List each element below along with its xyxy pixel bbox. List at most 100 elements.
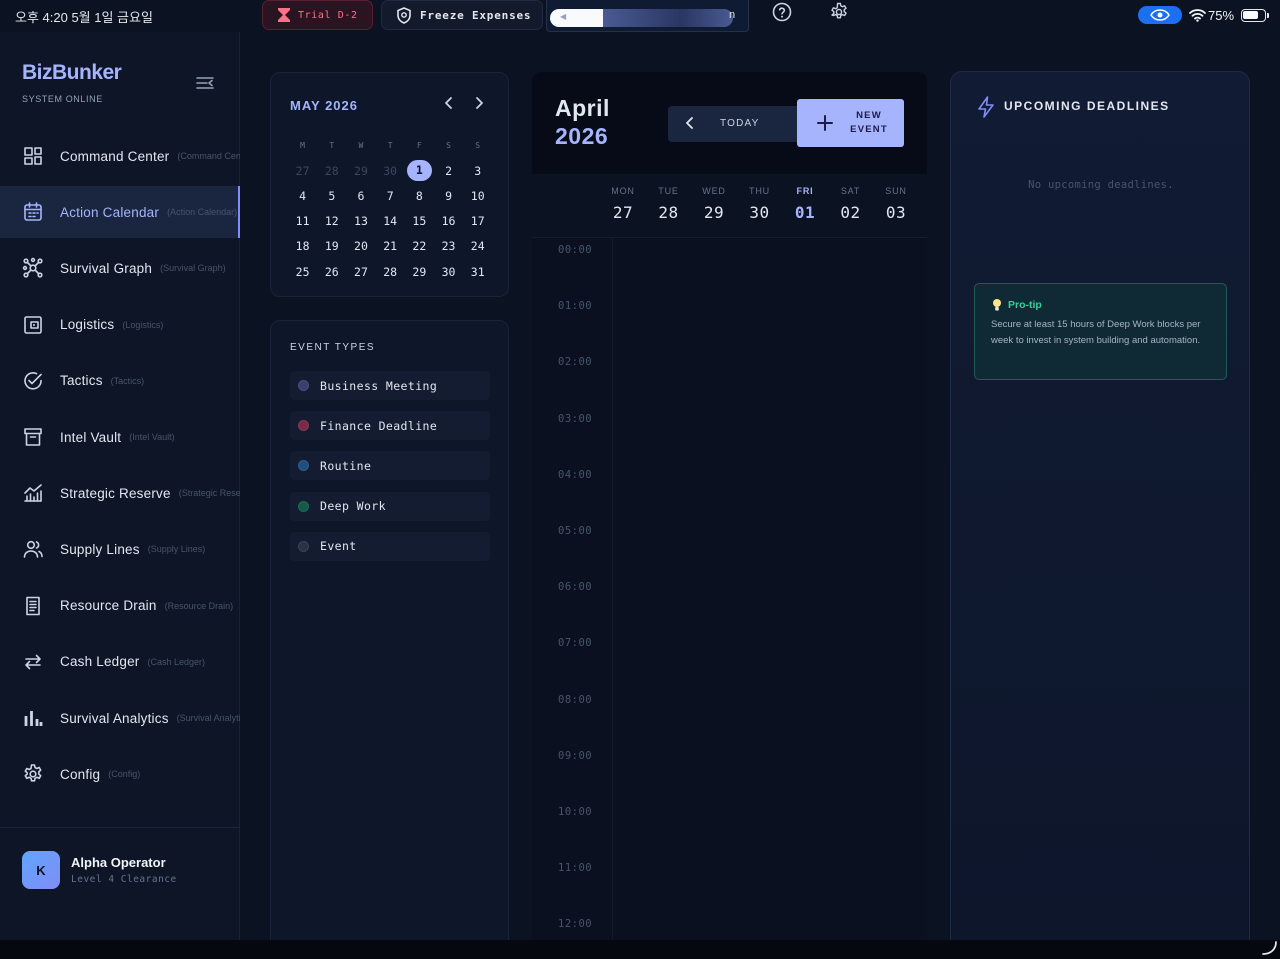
mini-calendar-month: MAY 2026 bbox=[290, 98, 358, 113]
day-column-tue[interactable]: TUE 28 bbox=[646, 186, 692, 222]
event-color-dot bbox=[298, 500, 309, 512]
day-column-mon[interactable]: MON 27 bbox=[600, 186, 646, 222]
mini-calendar-day-selected[interactable]: 1 bbox=[405, 160, 434, 182]
sidebar-item-survival-graph[interactable]: Survival Graph (Survival Graph) bbox=[0, 242, 240, 294]
mini-calendar-day[interactable]: 11 bbox=[288, 214, 317, 228]
settings-gear-icon[interactable] bbox=[829, 2, 849, 22]
battery-icon bbox=[1241, 9, 1269, 22]
mini-calendar-day[interactable]: 17 bbox=[463, 214, 492, 228]
time-grid[interactable] bbox=[612, 238, 927, 940]
day-number: 17 bbox=[470, 214, 485, 229]
mini-calendar-day[interactable]: 23 bbox=[434, 239, 463, 253]
mini-calendar-day[interactable]: 2 bbox=[434, 164, 463, 178]
day-column-sat[interactable]: SAT 02 bbox=[828, 186, 874, 222]
mini-calendar-day[interactable]: 12 bbox=[317, 214, 346, 228]
mini-calendar-day[interactable]: 28 bbox=[317, 164, 346, 178]
mini-calendar-day[interactable]: 16 bbox=[434, 214, 463, 228]
sidebar-item-supply-lines[interactable]: Supply Lines (Supply Lines) bbox=[0, 523, 240, 575]
url-bar[interactable]: ◀ n bbox=[546, 0, 749, 32]
sidebar-item-cash-ledger[interactable]: Cash Ledger (Cash Ledger) bbox=[0, 636, 240, 688]
mini-calendar: MAY 2026 M T W T F S S 27 28 29 30 1 2 3 4 5 6 7 8 9 10 11 12 1… bbox=[270, 72, 509, 297]
mini-calendar-day[interactable]: 15 bbox=[405, 214, 434, 228]
today-button[interactable]: TODAY bbox=[720, 118, 760, 129]
mini-calendar-day[interactable]: 24 bbox=[463, 239, 492, 253]
event-type-routine[interactable]: Routine bbox=[290, 451, 490, 481]
day-number: 12 bbox=[324, 214, 339, 229]
day-column-thu[interactable]: THU 30 bbox=[737, 186, 783, 222]
sidebar-item-sublabel: (Logistics) bbox=[122, 319, 164, 330]
mini-calendar-day[interactable]: 18 bbox=[288, 239, 317, 253]
mini-calendar-day[interactable]: 20 bbox=[346, 239, 375, 253]
sidebar-item-action-calendar[interactable]: Action Calendar (Action Calendar) bbox=[0, 186, 240, 239]
sidebar-item-sublabel: (Strategic Reserve) bbox=[178, 488, 240, 499]
event-type-finance-deadline[interactable]: Finance Deadline bbox=[290, 411, 490, 441]
help-icon[interactable] bbox=[772, 2, 792, 22]
mini-calendar-day[interactable]: 10 bbox=[463, 189, 492, 203]
mini-calendar-day[interactable]: 28 bbox=[376, 265, 405, 279]
mini-calendar-day[interactable]: 30 bbox=[434, 265, 463, 279]
day-name: FRI bbox=[796, 186, 814, 196]
mini-calendar-day[interactable]: 4 bbox=[288, 189, 317, 203]
mini-calendar-day[interactable]: 7 bbox=[376, 189, 405, 203]
event-type-business-meeting[interactable]: Business Meeting bbox=[290, 371, 490, 400]
mini-calendar-day[interactable]: 22 bbox=[405, 239, 434, 253]
mini-calendar-day[interactable]: 27 bbox=[346, 265, 375, 279]
chevron-left-icon[interactable] bbox=[684, 116, 696, 130]
event-color-dot bbox=[298, 460, 309, 472]
hour-label: 12:00 bbox=[558, 918, 593, 931]
sidebar-item-command-center[interactable]: Command Center (Command Center) bbox=[0, 130, 240, 182]
mini-calendar-day[interactable]: 3 bbox=[463, 164, 492, 178]
mini-calendar-day[interactable]: 13 bbox=[346, 214, 375, 228]
hour-label: 09:00 bbox=[558, 749, 593, 762]
mini-calendar-day[interactable]: 25 bbox=[288, 265, 317, 279]
mini-calendar-day[interactable]: 14 bbox=[376, 214, 405, 228]
sidebar-item-tactics[interactable]: Tactics (Tactics) bbox=[0, 355, 240, 407]
event-type-event[interactable]: Event bbox=[290, 531, 490, 561]
avatar[interactable]: K bbox=[22, 851, 60, 889]
day-column-wed[interactable]: WED 29 bbox=[691, 186, 737, 222]
mini-calendar-day[interactable]: 30 bbox=[376, 164, 405, 178]
user-profile[interactable]: K Alpha Operator Level 4 Clearance bbox=[0, 827, 240, 907]
sidebar-item-logistics[interactable]: Logistics (Logistics) bbox=[0, 299, 240, 351]
resize-corner-icon[interactable] bbox=[1260, 940, 1278, 956]
mini-calendar-day[interactable]: 29 bbox=[405, 265, 434, 279]
event-type-deep-work[interactable]: Deep Work bbox=[290, 491, 490, 521]
growth-chart-icon bbox=[24, 484, 42, 502]
mini-calendar-day[interactable]: 19 bbox=[317, 239, 346, 253]
day-number: 01 bbox=[794, 203, 816, 222]
day-number: 7 bbox=[386, 188, 394, 203]
hourglass-icon bbox=[278, 8, 290, 22]
day-column-fri[interactable]: FRI 01 bbox=[782, 186, 828, 222]
mini-calendar-day[interactable]: 6 bbox=[346, 189, 375, 203]
mini-calendar-day[interactable]: 27 bbox=[288, 164, 317, 178]
sidebar-item-intel-vault[interactable]: Intel Vault (Intel Vault) bbox=[0, 411, 240, 463]
privacy-indicator[interactable] bbox=[1138, 6, 1182, 24]
sidebar-item-config[interactable]: Config (Config) bbox=[0, 748, 240, 800]
sidebar-item-sublabel: (Resource Drain) bbox=[164, 600, 234, 611]
mini-calendar-day[interactable]: 8 bbox=[405, 189, 434, 203]
mini-calendar-day[interactable]: 26 bbox=[317, 265, 346, 279]
chevron-right-icon[interactable] bbox=[472, 95, 486, 111]
sidebar-item-resource-drain[interactable]: Resource Drain (Resource Drain) bbox=[0, 580, 240, 632]
mini-calendar-day[interactable]: 31 bbox=[463, 265, 492, 279]
sidebar-item-label: Survival Graph bbox=[60, 260, 153, 276]
brand-logo[interactable]: BizBunker bbox=[22, 61, 122, 85]
mini-calendar-day[interactable]: 21 bbox=[376, 239, 405, 253]
mini-calendar-day[interactable]: 29 bbox=[346, 164, 375, 178]
hour-label: 11:00 bbox=[558, 862, 593, 875]
freeze-expenses-button[interactable]: Freeze Expenses bbox=[381, 0, 543, 30]
mini-calendar-day[interactable]: 5 bbox=[317, 189, 346, 203]
day-number: 30 bbox=[749, 203, 770, 222]
sidebar: BizBunker SYSTEM ONLINE Command Center (C… bbox=[0, 32, 240, 940]
mini-calendar-grid: M T W T F S S 27 28 29 30 1 2 3 4 5 6 7 8 9 10 11 12 13 14 15 16 17… bbox=[288, 133, 493, 284]
trial-badge[interactable]: Trial D-2 bbox=[262, 0, 373, 30]
mini-calendar-day[interactable]: 9 bbox=[434, 189, 463, 203]
day-number: 18 bbox=[295, 239, 310, 254]
chevron-left-icon[interactable] bbox=[442, 95, 456, 111]
day-column-sun[interactable]: SUN 03 bbox=[873, 186, 919, 222]
sidebar-item-strategic-reserve[interactable]: Strategic Reserve (Strategic Reserve) bbox=[0, 467, 240, 519]
week-calendar-header: April 2026 TODAY NEW EVENT bbox=[532, 72, 927, 174]
sidebar-item-survival-analytics[interactable]: Survival Analytics (Survival Analytics) bbox=[0, 692, 240, 744]
collapse-sidebar-icon[interactable] bbox=[195, 74, 215, 92]
new-event-button[interactable]: NEW EVENT bbox=[797, 99, 904, 147]
